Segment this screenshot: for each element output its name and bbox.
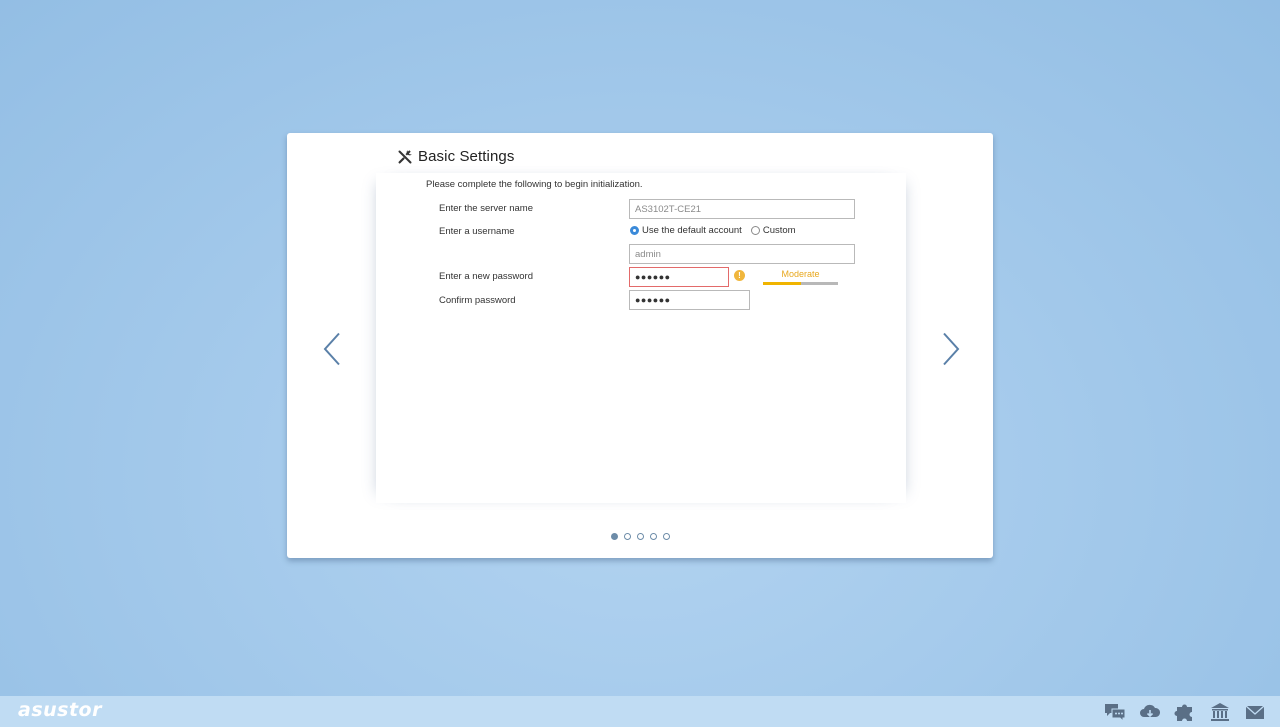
username-label: Enter a username xyxy=(439,226,515,237)
server-name-label: Enter the server name xyxy=(439,203,533,214)
tools-icon xyxy=(397,149,413,165)
warning-icon: ! xyxy=(734,270,745,281)
bank-icon[interactable] xyxy=(1209,702,1231,722)
wizard-card: Basic Settings Please complete the follo… xyxy=(287,133,993,558)
confirm-password-input[interactable] xyxy=(629,290,750,310)
asustor-logo: asustor xyxy=(18,699,102,721)
taskbar: asustor xyxy=(0,696,1280,727)
pagination-dot-1[interactable] xyxy=(611,533,618,540)
instructions-text: Please complete the following to begin i… xyxy=(426,179,643,190)
pagination-dot-3[interactable] xyxy=(637,533,644,540)
radio-default-account[interactable]: Use the default account xyxy=(630,225,742,236)
chat-icon[interactable] xyxy=(1104,702,1126,723)
server-name-input[interactable] xyxy=(629,199,855,219)
username-radio-group: Use the default account Custom xyxy=(630,225,796,236)
pagination-dot-4[interactable] xyxy=(650,533,657,540)
wizard-header: Basic Settings xyxy=(397,148,514,165)
radio-custom[interactable]: Custom xyxy=(750,225,796,236)
radio-custom-label: Custom xyxy=(762,225,796,236)
tray-icons xyxy=(1091,702,1266,723)
radio-default-label: Use the default account xyxy=(642,225,742,236)
puzzle-icon[interactable] xyxy=(1174,702,1196,722)
password-label: Enter a new password xyxy=(439,271,533,282)
previous-arrow-icon[interactable] xyxy=(321,332,343,366)
pagination-dots xyxy=(611,533,676,540)
radio-custom-indicator[interactable] xyxy=(750,226,760,235)
content-panel xyxy=(376,173,906,503)
pagination-dot-5[interactable] xyxy=(663,533,670,540)
cloud-download-icon[interactable] xyxy=(1139,702,1161,722)
confirm-password-label: Confirm password xyxy=(439,295,516,306)
page-title: Basic Settings xyxy=(418,148,515,165)
password-strength-bar xyxy=(763,282,838,285)
mail-icon[interactable] xyxy=(1244,702,1266,722)
password-strength-fill xyxy=(763,282,801,285)
password-strength-label: Moderate xyxy=(781,269,820,279)
username-input[interactable] xyxy=(629,244,855,264)
radio-default-indicator[interactable] xyxy=(630,226,639,235)
next-arrow-icon[interactable] xyxy=(940,332,962,366)
pagination-dot-2[interactable] xyxy=(624,533,631,540)
password-input[interactable] xyxy=(629,267,729,287)
